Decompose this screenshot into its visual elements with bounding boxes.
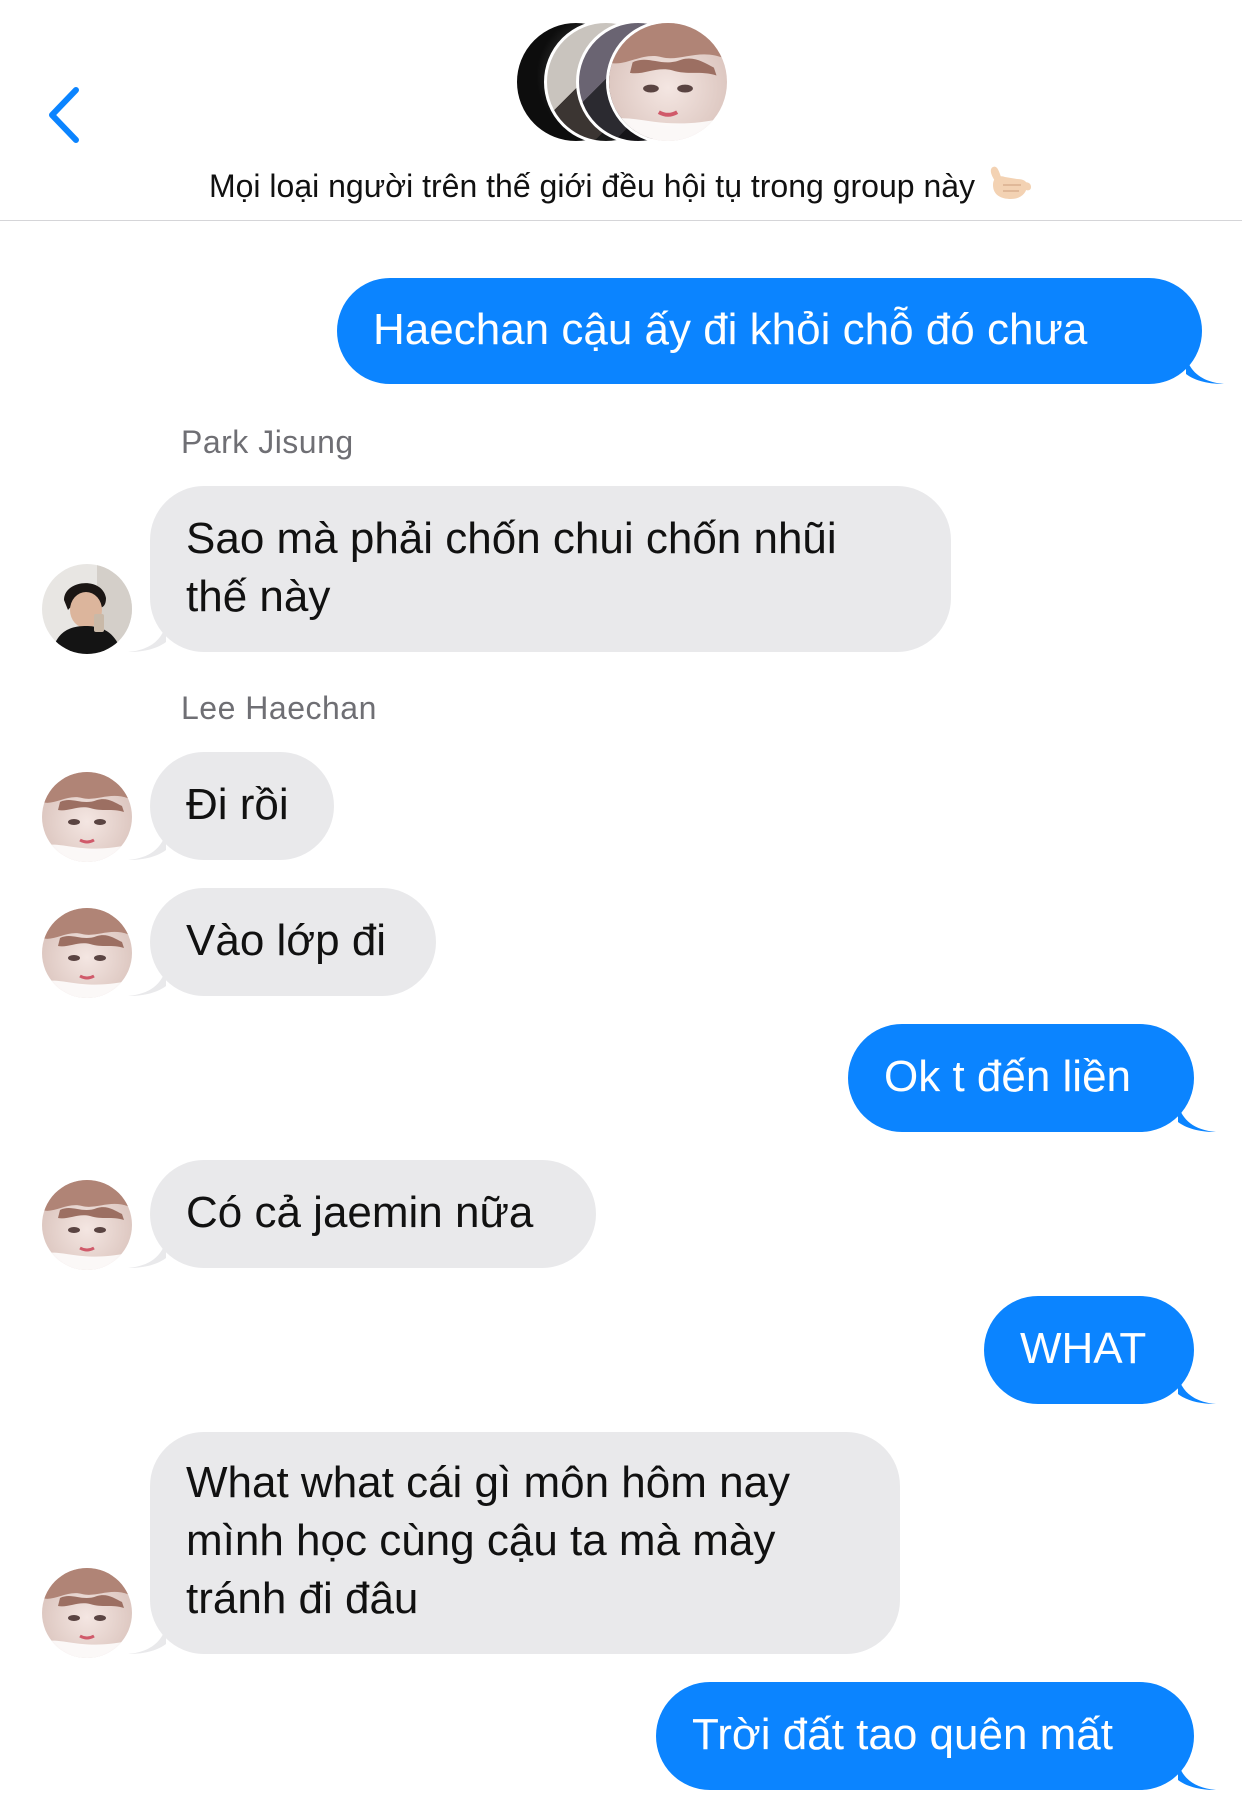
message-text: Đi rồi (186, 780, 289, 829)
message-line: tránh đi đâu (186, 1574, 419, 1623)
group-title-text: Mọi loại người trên thế giới đều hội tụ … (208, 168, 976, 204)
message-text: Có cả jaemin nữa (186, 1188, 534, 1237)
message-text: Trời đất tao quên mất (692, 1710, 1113, 1759)
message-line: What what cái gì môn hôm nay (186, 1458, 791, 1507)
message-line: thế này (186, 572, 331, 621)
message-line: mình học cùng cậu ta mà mày (186, 1516, 776, 1565)
message-text: Haechan cậu ấy đi khỏi chỗ đó chưa (373, 305, 1088, 354)
incoming-message-bubble[interactable]: What what cái gì môn hôm nay mình học cù… (128, 1432, 900, 1654)
outgoing-message-bubble[interactable]: WHAT (984, 1296, 1216, 1404)
bubble-tail (1178, 1104, 1216, 1132)
back-button[interactable] (40, 80, 100, 150)
sender-name: Park Jisung (181, 424, 354, 460)
message-text: WHAT (1020, 1324, 1147, 1373)
avatar-lee-haechan[interactable] (42, 1180, 132, 1270)
incoming-message-bubble[interactable]: Có cả jaemin nữa (128, 1160, 596, 1268)
outgoing-message-bubble[interactable]: Ok t đến liền (848, 1024, 1216, 1132)
avatar-park-jisung[interactable] (42, 564, 132, 654)
outgoing-message-bubble[interactable]: Trời đất tao quên mất (656, 1682, 1216, 1790)
incoming-message-bubble[interactable]: Sao mà phải chốn chui chốn nhũi thế này (128, 486, 951, 652)
bubble-tail (128, 968, 166, 996)
group-avatar-stack[interactable] (514, 20, 730, 144)
group-title[interactable]: Mọi loại người trên thế giới đều hội tụ … (0, 163, 1242, 205)
message-text: Vào lớp đi (186, 916, 387, 965)
bubble-tail (1178, 1376, 1216, 1404)
outgoing-message-bubble[interactable]: Haechan cậu ấy đi khỏi chỗ đó chưa (337, 278, 1224, 384)
bubble-tail (128, 832, 166, 860)
bubble-tail (1178, 1762, 1216, 1790)
bubble-tail (1186, 356, 1224, 384)
avatar-lee-haechan[interactable] (42, 908, 132, 998)
call-me-hand-emoji-icon (990, 166, 1032, 199)
group-avatar (606, 20, 730, 144)
avatar-lee-haechan[interactable] (42, 1568, 132, 1658)
avatar-lee-haechan[interactable] (42, 772, 132, 862)
incoming-message-bubble[interactable]: Đi rồi (128, 752, 334, 860)
chat-header: Mọi loại người trên thế giới đều hội tụ … (0, 0, 1242, 221)
bubble-tail (128, 1626, 166, 1654)
bubble-tail (128, 1240, 166, 1268)
message-line: Sao mà phải chốn chui chốn nhũi (186, 514, 837, 563)
message-text: Ok t đến liền (884, 1052, 1132, 1101)
incoming-message-bubble[interactable]: Vào lớp đi (128, 888, 436, 996)
bubble-tail (128, 624, 166, 652)
chevron-left-icon (49, 87, 79, 143)
sender-name: Lee Haechan (181, 690, 377, 726)
